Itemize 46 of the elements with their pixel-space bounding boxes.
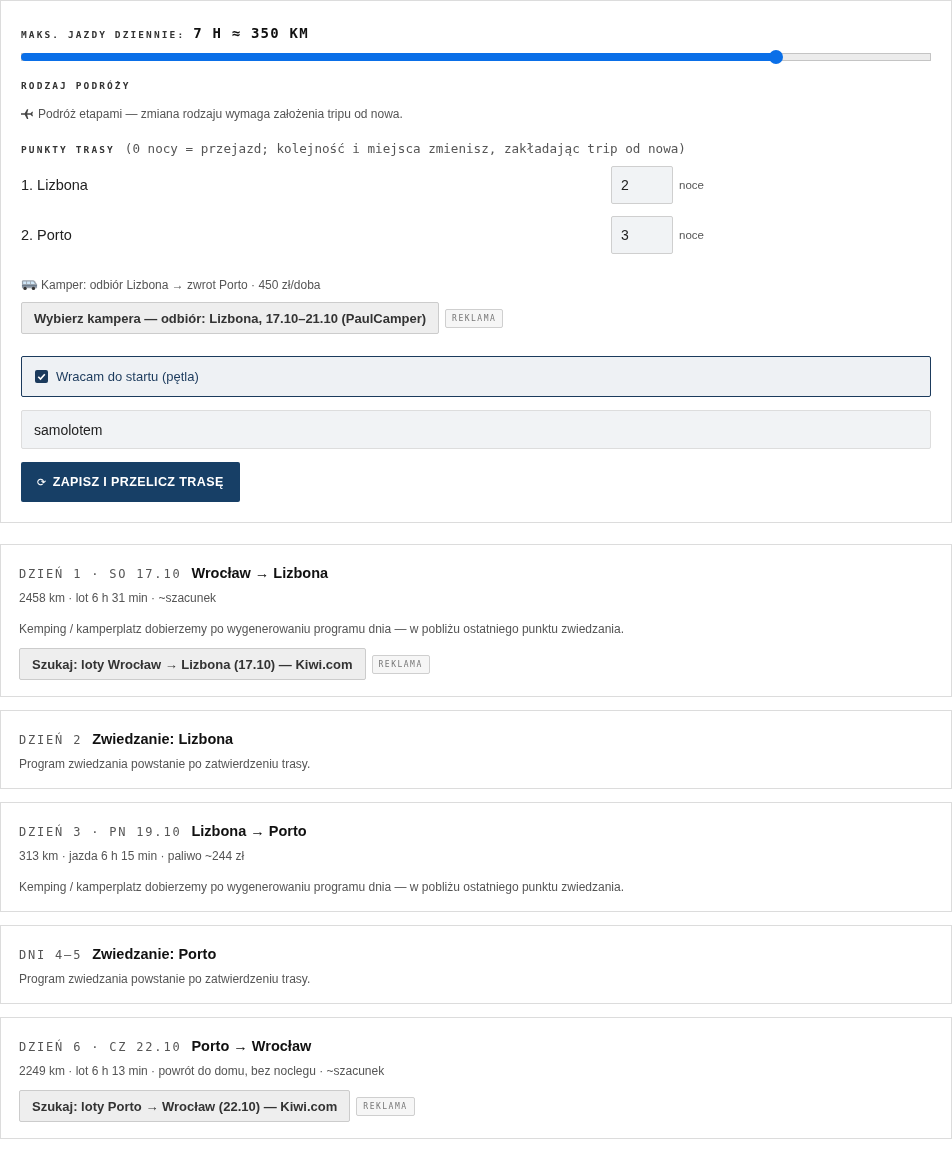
airplane-icon [21,109,34,119]
slider-track[interactable] [21,50,931,64]
day-label: DNI 4–5 [19,947,83,964]
nights-input[interactable]: 3 [611,216,673,254]
nights-input[interactable]: 2 [611,166,673,204]
day-title: Wrocław → Lizbona [191,564,329,583]
trip-type-note: Podróż etapami — zmiana rodzaju wymaga założenia tripu od nowa. [38,106,403,122]
day-title: Zwiedzanie: Porto [92,945,217,964]
day-label: DZIEŃ 3 · PN 19.10 [19,823,182,841]
day-details: 313 km · jazda 6 h 15 min · paliwo ~244 zł [19,848,245,864]
flight-search-button[interactable]: Szukaj: loty Porto → Wrocław (22.10) — Kiwi.com [19,1090,351,1122]
ad-badge: REKLAMA [371,654,430,674]
slider-thumb[interactable] [769,50,784,64]
day-label: DZIEŃ 6 · CZ 22.10 [19,1038,182,1056]
camper-info: Kamper: odbiór Lizbona → zwrot Porto · 450 zł/doba [41,277,321,293]
trip-type-label: RODZAJ PODRÓŻY [21,79,131,93]
refresh-icon: ⟳ [37,475,47,489]
loop-option-label: Wracam do startu (pętla) [56,369,199,384]
choose-camper-button[interactable]: Wybierz kampera — odbiór: Lizbona, 17.10–21.10 (PaulCamper) [21,302,440,334]
nights-unit: noce [679,179,704,191]
nights-unit: noce [679,229,704,241]
day-title: Zwiedzanie: Lizbona [92,730,234,749]
day-details: Program zwiedzania powstanie po zatwierdzeniu trasy. [19,756,311,772]
day-label: DZIEŃ 2 [19,731,83,749]
van-icon [21,279,38,291]
day-details: Program zwiedzania powstanie po zatwierdzeniu trasy. [19,971,311,987]
day-details: 2458 km · lot 6 h 31 min · ~szacunek [19,590,217,606]
route-points-label: PUNKTY TRASY [21,143,115,157]
max-drive-value: 7 H ≈ 350 KM [193,24,309,43]
route-point-name: 1. Lizbona [21,177,89,193]
loop-option-panel[interactable]: Wracam do startu (pętla) [21,356,931,397]
save-recalculate-button[interactable]: ⟳ ZAPISZ I PRZELICZ TRASĘ [21,462,240,502]
day-title: Lizbona → Porto [191,822,307,841]
camping-note: Kemping / kamperplatz dobierzemy po wygenerowaniu programu dnia — w pobliżu ostatniego punktu zwiedzania. [19,879,624,895]
day-details: 2249 km · lot 6 h 13 min · powrót do domu, bez noclegu · ~szacunek [19,1063,385,1079]
camping-note: Kemping / kamperplatz dobierzemy po wygenerowaniu programu dnia — w pobliżu ostatniego punktu zwiedzania. [19,621,624,637]
route-points-hint: (0 nocy = przejazd; kolejność i miejsca zmienisz, zakładając trip od nowa) [124,141,686,157]
day-label: DZIEŃ 1 · SO 17.10 [19,565,182,583]
max-drive-label: MAKS. JAZDY DZIENNIE: [21,28,186,42]
return-mode-field[interactable]: samolotem [21,410,931,449]
ad-badge: REKLAMA [356,1096,415,1116]
route-point-name: 2. Porto [21,227,73,243]
day-title: Porto → Wrocław [191,1037,312,1056]
flight-search-button[interactable]: Szukaj: loty Wrocław → Lizbona (17.10) — Kiwi.com [19,648,366,680]
ad-badge: REKLAMA [445,308,504,328]
checkbox[interactable] [35,370,48,383]
